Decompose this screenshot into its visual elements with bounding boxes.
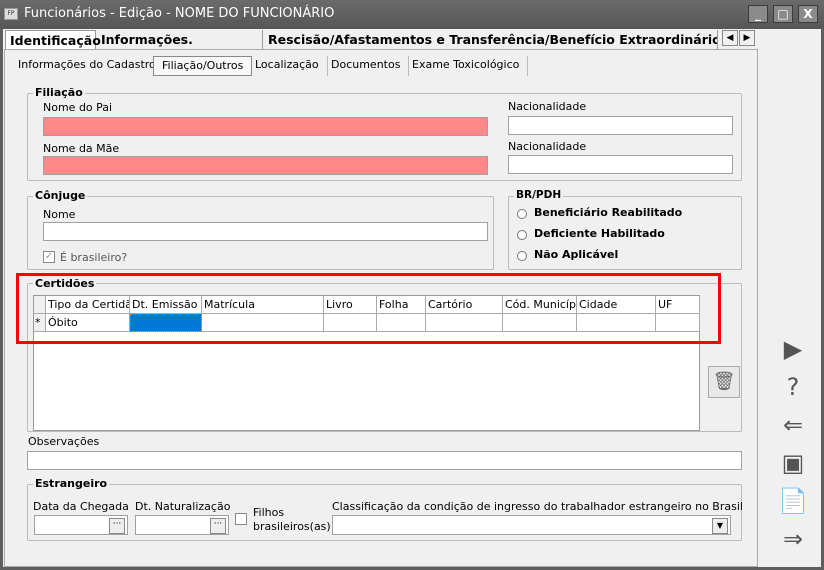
- maximize-button[interactable]: □: [773, 5, 793, 23]
- nacionalidade-mae-input[interactable]: [508, 155, 733, 174]
- nome-mae-label: Nome da Mãe: [43, 142, 120, 155]
- classificacao-select[interactable]: ▼: [332, 515, 731, 535]
- data-chegada-label: Data da Chegada: [33, 500, 129, 513]
- subtab-localizacao[interactable]: Localização: [247, 56, 328, 76]
- help-icon[interactable]: ?: [778, 372, 808, 402]
- conjuge-nome-input[interactable]: [43, 222, 488, 241]
- radio-deficiente[interactable]: [517, 230, 527, 240]
- subtab-informacoes-cadastro[interactable]: Informações do Cadastro: [10, 56, 165, 76]
- brasileiro-label: É brasileiro?: [60, 251, 128, 264]
- nome-mae-input[interactable]: [43, 156, 488, 175]
- nacionalidade-mae-label: Nacionalidade: [508, 140, 587, 153]
- close-button[interactable]: X: [798, 5, 818, 23]
- document-cancel-icon[interactable]: 📄: [778, 486, 808, 516]
- ellipsis-button[interactable]: ···: [210, 518, 226, 534]
- tab-scroll-left[interactable]: ◀: [722, 30, 738, 46]
- radio-nao-aplicavel-label: Não Aplicável: [534, 248, 619, 261]
- highlight-rectangle: [16, 273, 721, 344]
- tab-scroll-right[interactable]: ▶: [739, 30, 755, 46]
- radio-beneficiario[interactable]: [517, 209, 527, 219]
- nome-pai-label: Nome do Pai: [43, 101, 113, 114]
- subtab-filiacao-outros[interactable]: Filiação/Outros: [153, 56, 253, 76]
- subtab-documentos[interactable]: Documentos: [323, 56, 410, 76]
- observacoes-input[interactable]: [27, 451, 742, 470]
- radio-deficiente-label: Deficiente Habilitado: [534, 227, 665, 240]
- tab-identificacao[interactable]: Identificação: [5, 30, 101, 51]
- delete-row-button[interactable]: 🗑: [708, 366, 740, 398]
- radio-beneficiario-label: Beneficiário Reabilitado: [534, 206, 683, 219]
- dt-naturalizacao-label: Dt. Naturalização: [135, 500, 231, 513]
- estrangeiro-title: Estrangeiro: [33, 477, 110, 490]
- conjuge-nome-label: Nome: [43, 208, 76, 221]
- minimize-button[interactable]: _: [748, 5, 768, 23]
- window-title: Funcionários - Edição - NOME DO FUNCIONÁ…: [24, 6, 335, 21]
- monitor-play-icon[interactable]: ▶: [778, 334, 808, 364]
- conjuge-title: Cônjuge: [33, 189, 88, 202]
- nacionalidade-pai-input[interactable]: [508, 116, 733, 135]
- subtab-exame-toxicologico[interactable]: Exame Toxicológico: [404, 56, 529, 76]
- filiacao-title: Filiação: [33, 86, 85, 99]
- dt-naturalizacao-input[interactable]: ···: [135, 515, 229, 535]
- tab-informacoes-contratuais[interactable]: Informações. Contratuais: [97, 30, 263, 62]
- ellipsis-button[interactable]: ···: [109, 518, 125, 534]
- data-chegada-input[interactable]: ···: [34, 515, 128, 535]
- observacoes-label: Observações: [28, 435, 100, 448]
- chevron-down-icon[interactable]: ▼: [712, 518, 728, 534]
- tab-rescisao[interactable]: Rescisão/Afastamentos e Transferência/Be…: [264, 30, 718, 50]
- forward-arrow-icon[interactable]: ⇒: [778, 524, 808, 554]
- radio-nao-aplicavel[interactable]: [517, 251, 527, 261]
- trash-icon: 🗑: [712, 371, 736, 392]
- brasileiro-checkbox[interactable]: ✓: [43, 251, 55, 263]
- filhos-brasileiros-checkbox[interactable]: [235, 513, 247, 525]
- nome-pai-input[interactable]: [43, 117, 488, 136]
- back-arrow-icon[interactable]: ⇐: [778, 410, 808, 440]
- filhos-label-line1: Filhos: [253, 506, 285, 519]
- filhos-label-line2: brasileiros(as): [253, 520, 331, 533]
- brpdh-title: BR/PDH: [514, 189, 564, 201]
- nacionalidade-pai-label: Nacionalidade: [508, 100, 587, 113]
- app-icon: FP: [4, 8, 18, 20]
- classificacao-label: Classificação da condição de ingresso do…: [332, 500, 743, 513]
- save-icon[interactable]: ▣: [778, 448, 808, 478]
